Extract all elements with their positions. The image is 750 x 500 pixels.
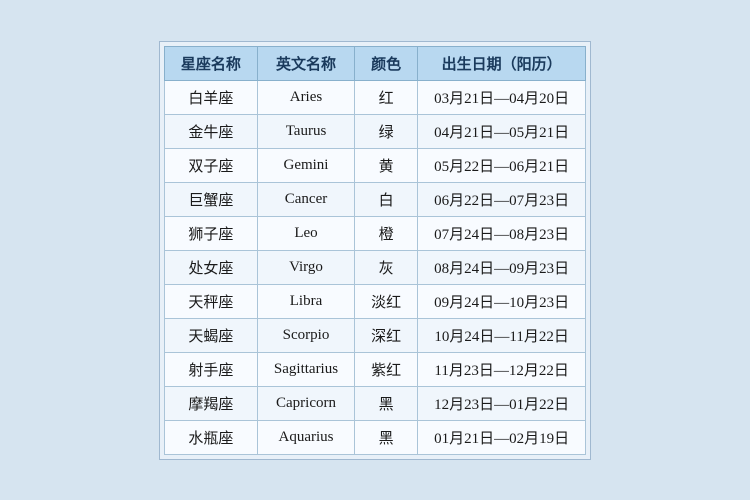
- table-row: 天秤座Libra淡红09月24日—10月23日: [164, 284, 585, 318]
- cell-color: 黑: [355, 420, 418, 454]
- cell-dates: 07月24日—08月23日: [418, 216, 586, 250]
- cell-chinese: 天蝎座: [164, 318, 257, 352]
- cell-chinese: 狮子座: [164, 216, 257, 250]
- cell-color: 黑: [355, 386, 418, 420]
- table-row: 摩羯座Capricorn黑12月23日—01月22日: [164, 386, 585, 420]
- cell-english: Capricorn: [257, 386, 354, 420]
- cell-english: Gemini: [257, 148, 354, 182]
- table-row: 天蝎座Scorpio深红10月24日—11月22日: [164, 318, 585, 352]
- cell-dates: 09月24日—10月23日: [418, 284, 586, 318]
- table-row: 水瓶座Aquarius黑01月21日—02月19日: [164, 420, 585, 454]
- cell-color: 白: [355, 182, 418, 216]
- col-header-color: 颜色: [355, 46, 418, 80]
- col-header-dates: 出生日期（阳历）: [418, 46, 586, 80]
- cell-dates: 12月23日—01月22日: [418, 386, 586, 420]
- cell-color: 深红: [355, 318, 418, 352]
- cell-dates: 06月22日—07月23日: [418, 182, 586, 216]
- table-row: 白羊座Aries红03月21日—04月20日: [164, 80, 585, 114]
- col-header-english: 英文名称: [257, 46, 354, 80]
- table-row: 金牛座Taurus绿04月21日—05月21日: [164, 114, 585, 148]
- cell-chinese: 巨蟹座: [164, 182, 257, 216]
- cell-english: Libra: [257, 284, 354, 318]
- cell-chinese: 射手座: [164, 352, 257, 386]
- cell-english: Aries: [257, 80, 354, 114]
- cell-english: Sagittarius: [257, 352, 354, 386]
- cell-chinese: 金牛座: [164, 114, 257, 148]
- cell-dates: 04月21日—05月21日: [418, 114, 586, 148]
- cell-dates: 11月23日—12月22日: [418, 352, 586, 386]
- cell-english: Aquarius: [257, 420, 354, 454]
- cell-dates: 03月21日—04月20日: [418, 80, 586, 114]
- table-row: 射手座Sagittarius紫红11月23日—12月22日: [164, 352, 585, 386]
- zodiac-table: 星座名称 英文名称 颜色 出生日期（阳历） 白羊座Aries红03月21日—04…: [164, 46, 586, 455]
- cell-english: Cancer: [257, 182, 354, 216]
- col-header-chinese: 星座名称: [164, 46, 257, 80]
- zodiac-table-container: 星座名称 英文名称 颜色 出生日期（阳历） 白羊座Aries红03月21日—04…: [159, 41, 591, 460]
- cell-dates: 08月24日—09月23日: [418, 250, 586, 284]
- cell-chinese: 水瓶座: [164, 420, 257, 454]
- cell-color: 橙: [355, 216, 418, 250]
- cell-color: 黄: [355, 148, 418, 182]
- cell-chinese: 天秤座: [164, 284, 257, 318]
- cell-dates: 05月22日—06月21日: [418, 148, 586, 182]
- cell-color: 灰: [355, 250, 418, 284]
- cell-english: Virgo: [257, 250, 354, 284]
- cell-color: 红: [355, 80, 418, 114]
- cell-english: Scorpio: [257, 318, 354, 352]
- table-header-row: 星座名称 英文名称 颜色 出生日期（阳历）: [164, 46, 585, 80]
- table-row: 狮子座Leo橙07月24日—08月23日: [164, 216, 585, 250]
- cell-chinese: 双子座: [164, 148, 257, 182]
- table-row: 巨蟹座Cancer白06月22日—07月23日: [164, 182, 585, 216]
- cell-chinese: 白羊座: [164, 80, 257, 114]
- cell-chinese: 摩羯座: [164, 386, 257, 420]
- table-row: 处女座Virgo灰08月24日—09月23日: [164, 250, 585, 284]
- cell-english: Leo: [257, 216, 354, 250]
- cell-english: Taurus: [257, 114, 354, 148]
- cell-color: 绿: [355, 114, 418, 148]
- table-row: 双子座Gemini黄05月22日—06月21日: [164, 148, 585, 182]
- cell-dates: 10月24日—11月22日: [418, 318, 586, 352]
- cell-color: 紫红: [355, 352, 418, 386]
- cell-color: 淡红: [355, 284, 418, 318]
- cell-dates: 01月21日—02月19日: [418, 420, 586, 454]
- cell-chinese: 处女座: [164, 250, 257, 284]
